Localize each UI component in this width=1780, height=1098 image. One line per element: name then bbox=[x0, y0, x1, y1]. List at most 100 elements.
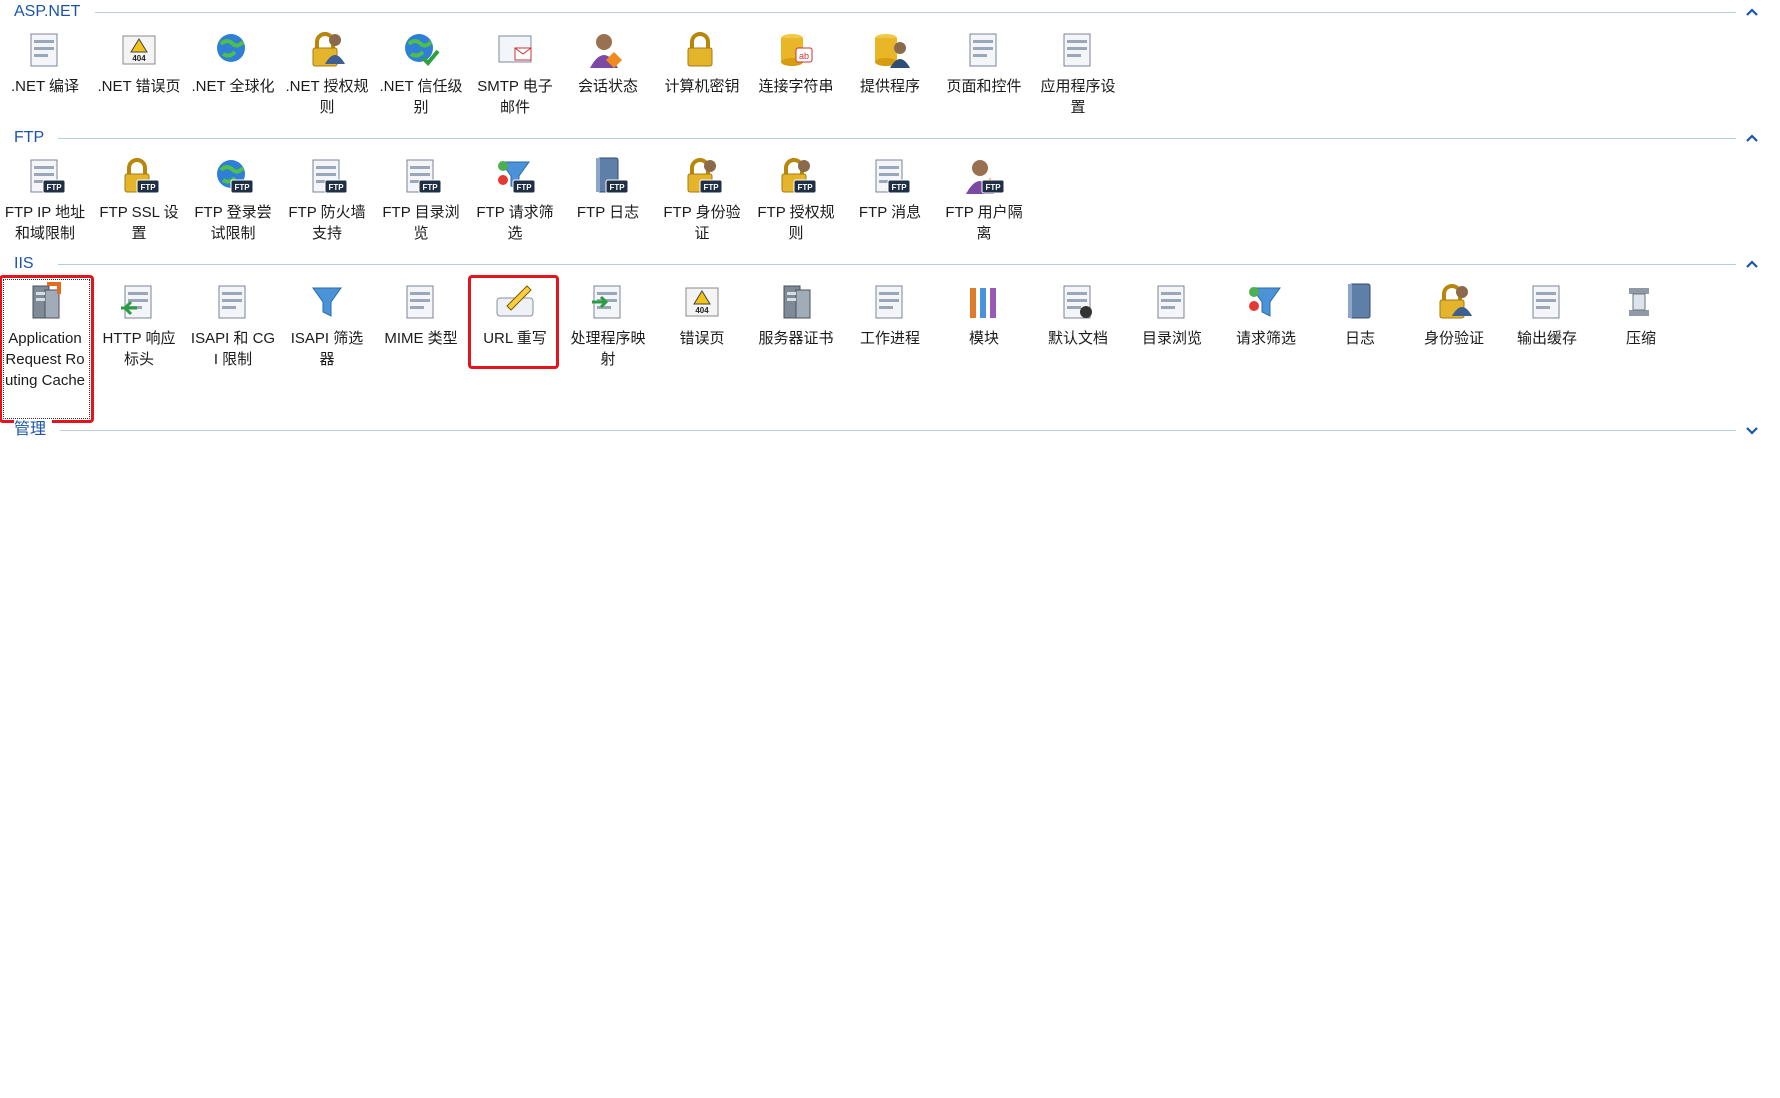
auth-rules-lock-icon bbox=[305, 28, 349, 72]
feature-item[interactable]: .NET 授权规则 bbox=[282, 28, 372, 118]
server-certificates-icon bbox=[774, 280, 818, 324]
app-settings-list-icon bbox=[1056, 28, 1100, 72]
download-stack-icon bbox=[23, 28, 67, 72]
feature-item[interactable]: ab 连接字符串 bbox=[751, 28, 841, 97]
feature-item[interactable]: 提供程序 bbox=[845, 28, 935, 97]
feature-item[interactable]: Application Request Routing Cache bbox=[0, 280, 90, 391]
feature-label: 工作进程 bbox=[859, 330, 920, 347]
feature-item[interactable]: 输出缓存 bbox=[1502, 280, 1592, 349]
feature-item[interactable]: 压缩 bbox=[1596, 280, 1686, 349]
chevron-up-icon[interactable] bbox=[1742, 2, 1762, 22]
section-divider bbox=[58, 264, 1736, 265]
feature-label: .NET 编译 bbox=[10, 78, 80, 95]
feature-label: FTP SSL 设置 bbox=[99, 204, 179, 242]
section-header[interactable]: FTP bbox=[0, 126, 1780, 150]
svg-text:FTP: FTP bbox=[140, 183, 156, 192]
session-state-user-icon bbox=[586, 28, 630, 72]
svg-text:FTP: FTP bbox=[422, 183, 438, 192]
feature-label: FTP 授权规则 bbox=[757, 204, 835, 242]
feature-item[interactable]: 会话状态 bbox=[563, 28, 653, 97]
feature-item[interactable]: 服务器证书 bbox=[751, 280, 841, 349]
feature-item[interactable]: 计算机密钥 bbox=[657, 28, 747, 97]
feature-item[interactable]: FTP FTP IP 地址和域限制 bbox=[0, 154, 90, 244]
ftp-dir-browse-icon: FTP bbox=[399, 154, 443, 198]
section-header[interactable]: IIS bbox=[0, 252, 1780, 276]
section-title: ASP.NET bbox=[14, 2, 87, 22]
feature-item[interactable]: .NET 信任级别 bbox=[376, 28, 466, 118]
feature-item[interactable]: URL 重写 bbox=[470, 280, 560, 349]
feature-label: 错误页 bbox=[679, 330, 725, 347]
feature-item[interactable]: FTP FTP 日志 bbox=[563, 154, 653, 223]
feature-label: 应用程序设置 bbox=[1040, 78, 1116, 116]
section-title: FTP bbox=[14, 128, 51, 148]
feature-item[interactable]: 日志 bbox=[1315, 280, 1405, 349]
feature-item[interactable]: SMTP 电子邮件 bbox=[470, 28, 560, 118]
feature-label: Application Request Routing Cache bbox=[4, 330, 86, 389]
url-rewrite-pen-icon bbox=[493, 280, 537, 324]
feature-item[interactable]: FTP FTP 目录浏览 bbox=[376, 154, 466, 244]
feature-item[interactable]: 请求筛选 bbox=[1221, 280, 1311, 349]
feature-item[interactable]: 身份验证 bbox=[1409, 280, 1499, 349]
feature-item[interactable]: HTTP 响应标头 bbox=[94, 280, 184, 370]
chevron-up-icon[interactable] bbox=[1742, 254, 1762, 274]
feature-item[interactable]: FTP FTP 用户隔离 bbox=[939, 154, 1029, 244]
mime-types-icon bbox=[399, 280, 443, 324]
feature-item[interactable]: ISAPI 和 CGI 限制 bbox=[188, 280, 278, 370]
feature-item[interactable]: FTP FTP 授权规则 bbox=[751, 154, 841, 244]
feature-item[interactable]: FTP FTP 防火墙支持 bbox=[282, 154, 372, 244]
error-page-404-icon: 404 bbox=[117, 28, 161, 72]
svg-text:FTP: FTP bbox=[46, 183, 62, 192]
feature-label: 目录浏览 bbox=[1141, 330, 1202, 347]
feature-label: 处理程序映射 bbox=[570, 330, 646, 368]
isapi-cgi-restrictions-icon bbox=[211, 280, 255, 324]
output-caching-icon bbox=[1525, 280, 1569, 324]
feature-item[interactable]: 目录浏览 bbox=[1127, 280, 1217, 349]
trust-globe-check-icon bbox=[399, 28, 443, 72]
chevron-down-icon[interactable] bbox=[1742, 420, 1762, 440]
feature-item[interactable]: ISAPI 筛选器 bbox=[282, 280, 372, 370]
svg-text:FTP: FTP bbox=[328, 183, 344, 192]
feature-item[interactable]: .NET 编译 bbox=[0, 28, 90, 97]
svg-text:FTP: FTP bbox=[703, 183, 719, 192]
feature-label: 身份验证 bbox=[1423, 330, 1484, 347]
section-divider bbox=[58, 138, 1736, 139]
providers-db-user-icon bbox=[868, 28, 912, 72]
feature-item[interactable]: 应用程序设置 bbox=[1033, 28, 1123, 118]
feature-item[interactable]: 404 .NET 错误页 bbox=[94, 28, 184, 97]
section-header[interactable]: ASP.NET bbox=[0, 0, 1780, 24]
feature-item[interactable]: FTP FTP 消息 bbox=[845, 154, 935, 223]
feature-label: FTP 目录浏览 bbox=[382, 204, 460, 242]
section-header[interactable]: 管理 bbox=[0, 418, 1780, 442]
feature-label: .NET 错误页 bbox=[97, 78, 181, 95]
feature-label: 压缩 bbox=[1625, 330, 1656, 347]
logging-book-icon bbox=[1338, 280, 1382, 324]
feature-item[interactable]: .NET 全球化 bbox=[188, 28, 278, 97]
default-document-icon bbox=[1056, 280, 1100, 324]
feature-item[interactable]: 工作进程 bbox=[845, 280, 935, 349]
feature-item[interactable]: 默认文档 bbox=[1033, 280, 1123, 349]
svg-text:404: 404 bbox=[132, 54, 146, 63]
feature-label: 计算机密钥 bbox=[664, 78, 740, 95]
feature-item[interactable]: 模块 bbox=[939, 280, 1029, 349]
svg-text:FTP: FTP bbox=[985, 183, 1001, 192]
feature-item[interactable]: FTP FTP 身份验证 bbox=[657, 154, 747, 244]
feature-item[interactable]: FTP FTP SSL 设置 bbox=[94, 154, 184, 244]
compression-clamp-icon bbox=[1619, 280, 1663, 324]
ftp-ssl-lock-icon: FTP bbox=[117, 154, 161, 198]
feature-label: FTP IP 地址和域限制 bbox=[4, 204, 86, 242]
machine-key-server-icon bbox=[680, 28, 724, 72]
feature-item[interactable]: 404 错误页 bbox=[657, 280, 747, 349]
globe-icon bbox=[211, 28, 255, 72]
ftp-log-book-icon: FTP bbox=[586, 154, 630, 198]
feature-item[interactable]: MIME 类型 bbox=[376, 280, 466, 349]
svg-text:FTP: FTP bbox=[891, 183, 907, 192]
feature-item[interactable]: FTP FTP 请求筛选 bbox=[470, 154, 560, 244]
ftp-auth-user-lock-icon: FTP bbox=[680, 154, 724, 198]
feature-item[interactable]: FTP FTP 登录尝试限制 bbox=[188, 154, 278, 244]
worker-processes-icon bbox=[868, 280, 912, 324]
chevron-up-icon[interactable] bbox=[1742, 128, 1762, 148]
feature-item[interactable]: 页面和控件 bbox=[939, 28, 1029, 97]
directory-browsing-icon bbox=[1150, 280, 1194, 324]
authentication-user-lock-icon bbox=[1432, 280, 1476, 324]
feature-item[interactable]: 处理程序映射 bbox=[563, 280, 653, 370]
